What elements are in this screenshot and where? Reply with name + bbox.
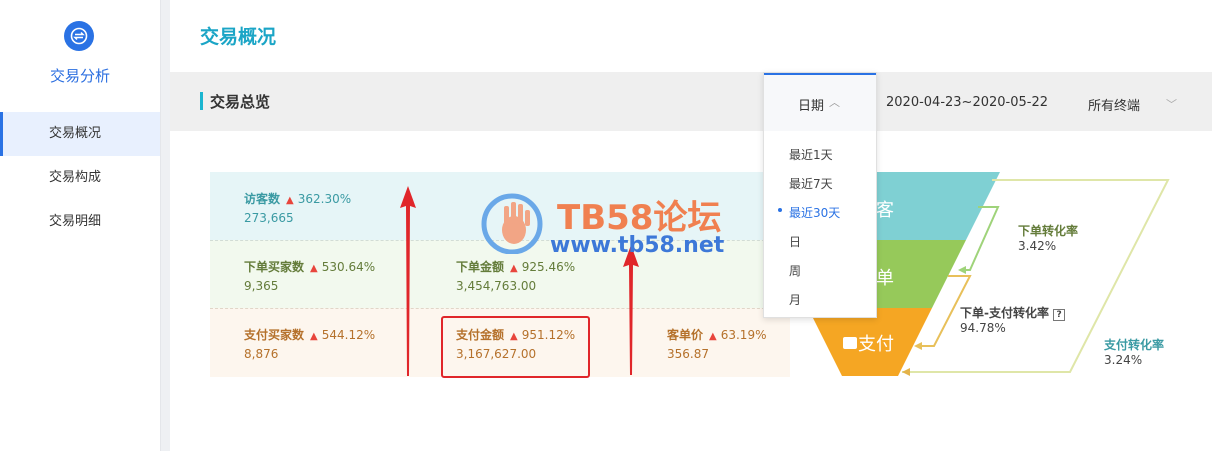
highlight-box — [441, 316, 590, 378]
chevron-up-icon: ︿ — [829, 96, 840, 109]
metric-value: 8,876 — [244, 347, 279, 361]
arrow-up-icon: ▲ — [310, 331, 318, 342]
red-arrow-icon — [400, 186, 416, 376]
sidebar-item-overview[interactable]: 交易概况 — [0, 112, 160, 156]
metric-pct: 544.12% — [321, 328, 376, 342]
conversion-label: 下单-支付转化率 — [960, 306, 1049, 320]
metric-value: 3,454,763.00 — [456, 279, 537, 293]
selected-dot-icon — [778, 208, 782, 212]
conversion-label: 下单转化率 — [1018, 224, 1079, 238]
metric-value: 356.87 — [667, 347, 709, 361]
metric-pct: 925.46% — [521, 260, 576, 274]
arrow-up-icon: ▲ — [510, 263, 518, 274]
arrow-icon — [958, 266, 966, 274]
sidebar: 交易分析 交易概况 交易构成 交易明细 — [0, 0, 161, 451]
sidebar-item-composition[interactable]: 交易构成 — [0, 156, 160, 200]
funnel-order-label: 单 — [876, 268, 894, 289]
metric-label: 下单买家数 — [244, 260, 305, 274]
metric-value: 273,665 — [244, 211, 294, 225]
metric-label: 支付买家数 — [244, 328, 305, 342]
funnel-visit-label: 客 — [876, 200, 894, 221]
watermark-hand-icon — [481, 193, 543, 254]
metric-pct: 63.19% — [720, 328, 767, 342]
date-label: 日期 — [798, 99, 825, 114]
conversion-order-pay-rate: 下单-支付转化率 ? 94.78% — [960, 304, 1066, 335]
arrow-up-icon: ▲ — [310, 263, 318, 274]
metric-pct: 362.30% — [297, 192, 352, 206]
sidebar-item-label: 交易构成 — [49, 170, 102, 185]
metric-order-amount: 下单金额 ▲ 925.46% 3,454,763.00 — [456, 258, 575, 293]
arrow-icon — [914, 342, 922, 350]
dropdown-accent — [764, 73, 876, 75]
metric-order-buyers: 下单买家数 ▲ 530.64% 9,365 — [244, 258, 375, 293]
date-option-1day[interactable]: 最近1天 — [789, 146, 833, 163]
date-option-month[interactable]: 月 — [789, 291, 801, 308]
conversion-order-rate: 下单转化率 3.42% — [1018, 222, 1078, 253]
conversion-value: 3.42% — [1018, 239, 1057, 253]
conversion-value: 3.24% — [1104, 353, 1143, 367]
metric-label: 访客数 — [244, 192, 281, 206]
metric-pay-buyers: 支付买家数 ▲ 544.12% 8,876 — [244, 326, 375, 361]
metric-pct: 530.64% — [321, 260, 376, 274]
metric-unit-price: 客单价 ▲ 63.19% 356.87 — [667, 326, 766, 361]
conversion-label: 支付转化率 — [1104, 338, 1165, 352]
transaction-icon — [64, 21, 94, 51]
sidebar-title: 交易分析 — [49, 67, 110, 85]
funnel-pay-label: 支付 — [858, 334, 894, 355]
help-icon[interactable]: ? — [1053, 309, 1066, 321]
red-arrow-icon — [623, 245, 639, 375]
date-option-7days[interactable]: 最近7天 — [789, 175, 833, 192]
arrow-up-icon: ▲ — [709, 331, 717, 342]
metric-value: 9,365 — [244, 279, 279, 293]
date-dropdown[interactable]: 日期 ︿ 最近1天 最近7天 最近30天 日 周 月 — [763, 72, 877, 318]
wallet-icon — [843, 337, 857, 349]
metric-label: 下单金额 — [456, 260, 505, 274]
conversion-value: 94.78% — [960, 321, 1006, 335]
date-option-week[interactable]: 周 — [789, 262, 801, 279]
date-option-day[interactable]: 日 — [789, 233, 801, 250]
arrow-icon — [902, 368, 910, 376]
date-dropdown-header[interactable]: 日期 ︿ — [764, 73, 876, 131]
metric-label: 客单价 — [667, 328, 704, 342]
conversion-pay-rate: 支付转化率 3.24% — [1104, 336, 1164, 367]
sidebar-item-label: 交易概况 — [49, 126, 102, 141]
arrow-up-icon: ▲ — [286, 195, 294, 206]
watermark-url: www.tb58.net — [550, 233, 725, 258]
sidebar-item-details[interactable]: 交易明细 — [0, 200, 160, 244]
watermark-name: TB58论坛 — [557, 198, 722, 238]
sidebar-item-label: 交易明细 — [49, 214, 102, 229]
metric-visitors: 访客数 ▲ 362.30% 273,665 — [244, 190, 351, 225]
date-option-30days[interactable]: 最近30天 — [789, 204, 840, 221]
